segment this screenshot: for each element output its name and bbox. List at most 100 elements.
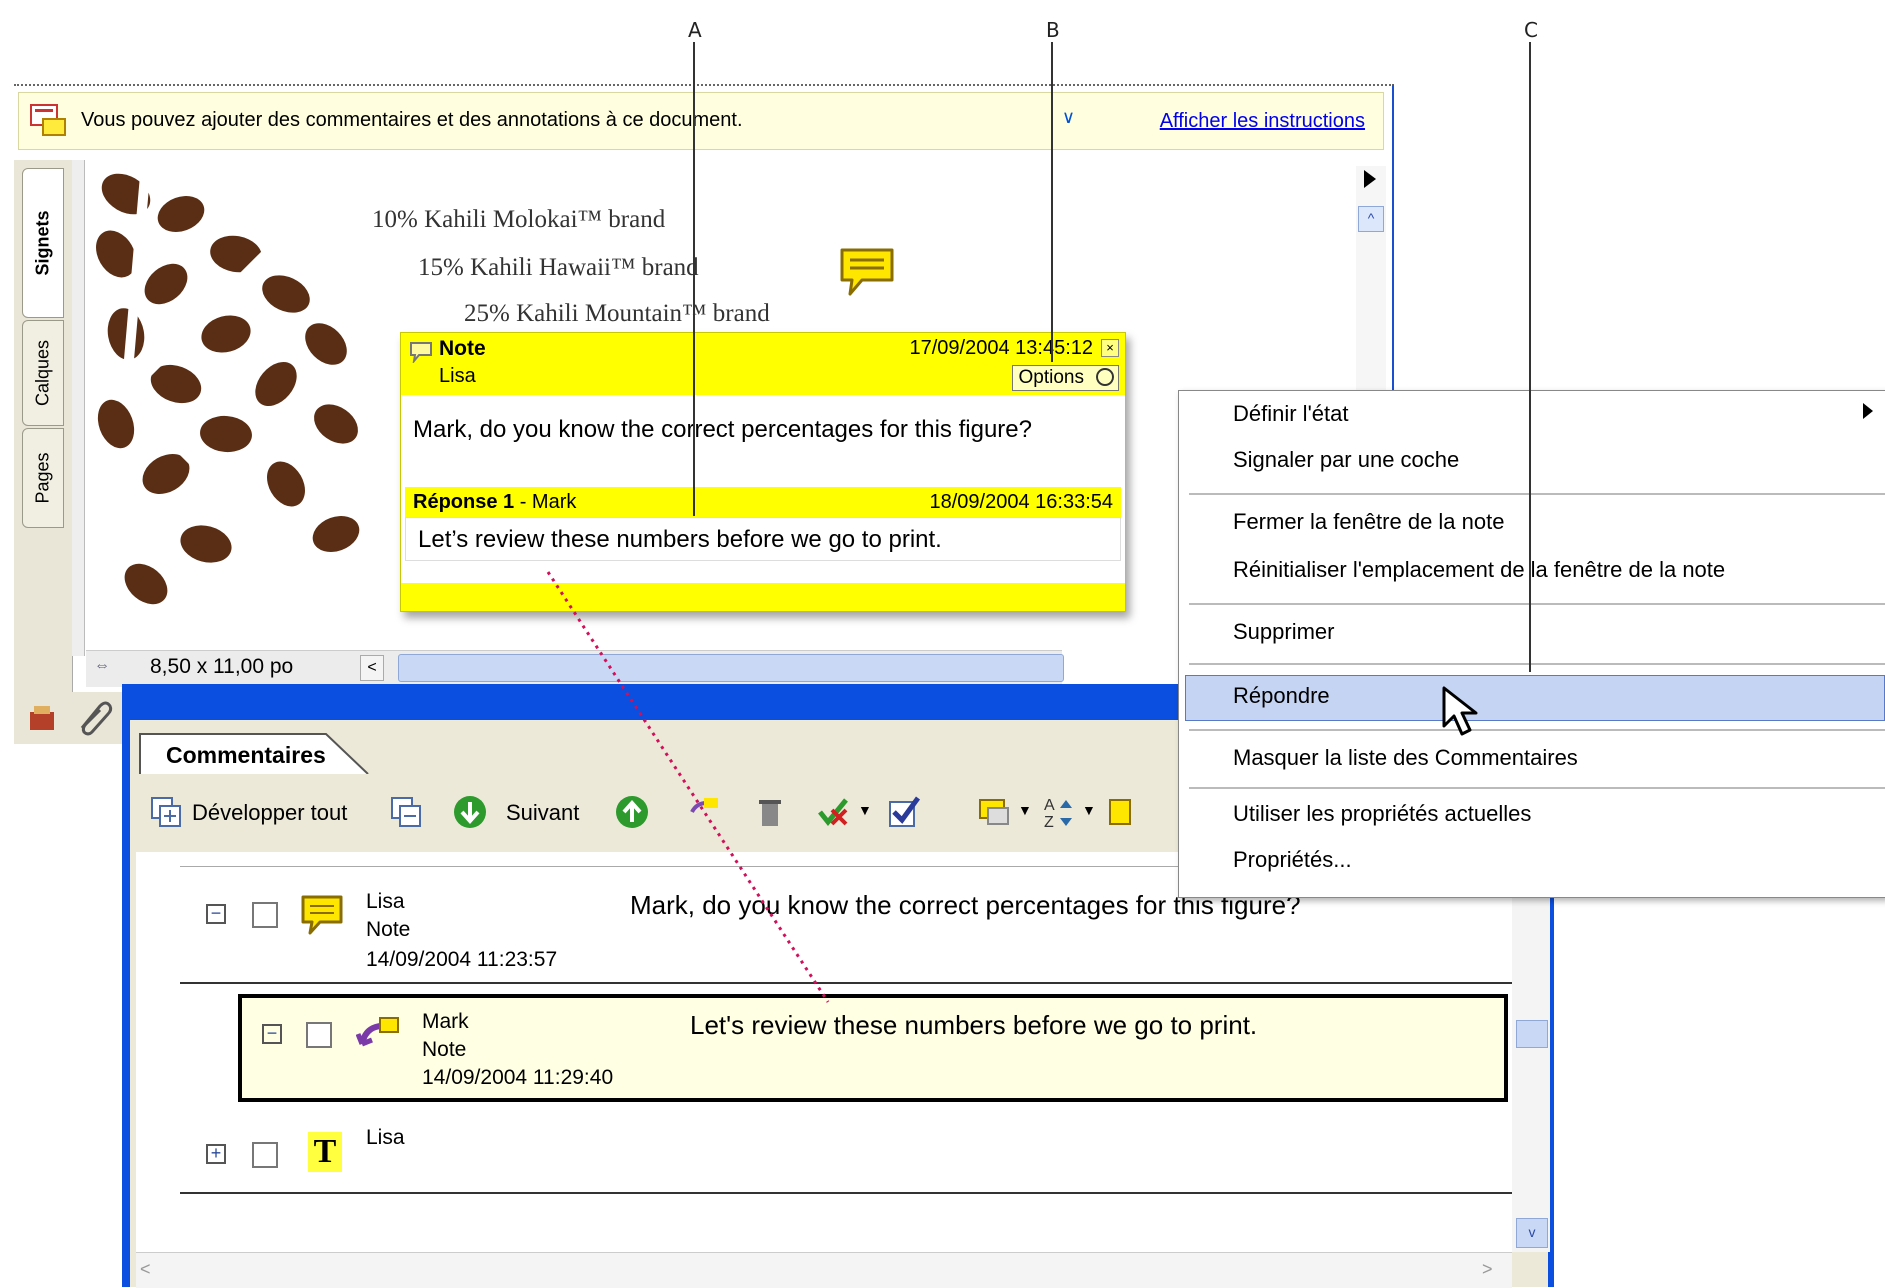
reply-header: Réponse 1 - Mark 18/09/2004 16:33:54: [405, 487, 1121, 517]
note-header: Note Lisa 17/09/2004 13:45:12 × Options: [401, 333, 1125, 395]
scroll-up-button[interactable]: ^: [1358, 206, 1384, 232]
close-icon[interactable]: ×: [1101, 339, 1119, 357]
comment-tool-icon: [30, 104, 66, 136]
reply-author: - Mark: [514, 491, 577, 513]
row-type: Note: [366, 918, 411, 941]
note-date: 17/09/2004 13:45:12: [909, 337, 1093, 359]
expand-all-icon[interactable]: [148, 794, 184, 830]
reply-text: Let’s review these numbers before we go …: [418, 526, 942, 553]
callout-a: A: [688, 18, 702, 42]
scroll-down-button[interactable]: v: [1516, 1218, 1548, 1248]
show-comments-icon[interactable]: [976, 794, 1012, 830]
callout-a-line: [693, 42, 695, 516]
tab-bookmarks-label: Signets: [32, 210, 53, 276]
expand-right-icon[interactable]: [1364, 170, 1376, 188]
paperclip-icon[interactable]: [74, 698, 114, 738]
svg-text:A: A: [1044, 797, 1055, 814]
note-icon: [301, 895, 343, 935]
row-author: Lisa: [366, 890, 405, 913]
attachments-icon[interactable]: [26, 702, 60, 736]
scroll-thumb[interactable]: [1516, 1020, 1548, 1048]
menu-item-properties[interactable]: Propriétés...: [1233, 847, 1352, 873]
expand-all-button[interactable]: Développer tout: [192, 800, 347, 826]
previous-arrow-icon[interactable]: [614, 794, 650, 830]
menu-item-close-note[interactable]: Fermer la fenêtre de la note: [1233, 509, 1504, 535]
tab-layers-label: Calques: [32, 339, 53, 407]
row-checkbox[interactable]: [252, 902, 278, 928]
menu-separator: [1189, 729, 1885, 731]
collapse-all-icon[interactable]: [388, 794, 424, 830]
bottom-icon-bar: [14, 692, 124, 744]
message-text: Vous pouvez ajouter des commentaires et …: [81, 109, 743, 131]
menu-separator: [1189, 603, 1885, 605]
row-text[interactable]: Let's review these numbers before we go …: [690, 1010, 1257, 1041]
note-popup: Note Lisa 17/09/2004 13:45:12 × Options …: [400, 332, 1126, 612]
page-width-icon[interactable]: ⇔: [94, 657, 110, 675]
next-button[interactable]: Suivant: [506, 800, 579, 826]
doc-line-2: 15% Kahili Hawaii™ brand: [418, 254, 699, 281]
tab-pages[interactable]: Pages: [22, 428, 64, 528]
comments-horizontal-scrollbar: < >: [136, 1252, 1512, 1288]
note-author: Lisa: [439, 365, 476, 387]
row-date: 14/09/2004 11:29:40: [422, 1066, 614, 1089]
reply-body[interactable]: Let’s review these numbers before we go …: [405, 517, 1121, 561]
note-text[interactable]: Mark, do you know the correct percentage…: [413, 413, 1063, 447]
options-label: Options: [1018, 367, 1084, 388]
coffee-beans-image: [96, 164, 360, 605]
note-icon: [410, 342, 432, 363]
scroll-left-button[interactable]: <: [360, 655, 384, 681]
menu-item-delete[interactable]: Supprimer: [1233, 619, 1334, 645]
menu-separator: [1189, 493, 1885, 495]
menu-item-reset-note-location[interactable]: Réinitialiser l'emplacement de la fenêtr…: [1233, 557, 1725, 583]
next-arrow-icon[interactable]: [452, 794, 488, 830]
menu-item-mark-checked[interactable]: Signaler par une coche: [1233, 447, 1459, 473]
reply-number: Réponse 1: [413, 491, 515, 513]
options-button[interactable]: Options: [1011, 365, 1119, 391]
filter-icon[interactable]: [1106, 794, 1142, 830]
row-type: Note: [422, 1038, 467, 1061]
sort-icon[interactable]: A Z: [1042, 794, 1078, 830]
divider: [180, 1192, 1550, 1194]
chevron-down-icon[interactable]: ▼: [1018, 802, 1032, 818]
note-footer: [401, 583, 1125, 611]
navigation-pane-tabs: Signets Calques Pages: [14, 160, 73, 700]
row-checkbox[interactable]: [306, 1022, 332, 1048]
scroll-right-button[interactable]: >: [1482, 1259, 1493, 1280]
chevron-down-icon[interactable]: ▼: [1082, 802, 1096, 818]
doc-line-3: 25% Kahili Mountain™ brand: [464, 300, 770, 327]
tab-layers[interactable]: Calques: [22, 320, 64, 426]
chevron-down-icon[interactable]: ▼: [858, 802, 872, 818]
note-title: Note: [439, 337, 486, 360]
row-date: 14/09/2004 11:23:57: [366, 948, 558, 971]
svg-text:Z: Z: [1044, 814, 1054, 830]
checkmark-icon[interactable]: [886, 794, 922, 830]
page-edge: [72, 160, 85, 656]
reply-icon[interactable]: [686, 794, 722, 830]
menu-item-hide-comments-list[interactable]: Masquer la liste des Commentaires: [1233, 745, 1578, 771]
chevron-down-icon[interactable]: ∨: [1062, 107, 1075, 128]
note-comment-icon[interactable]: [838, 246, 896, 298]
collapse-toggle[interactable]: −: [206, 904, 226, 924]
collapse-toggle[interactable]: −: [262, 1024, 282, 1044]
options-arrow-icon: [1096, 368, 1114, 386]
expand-toggle[interactable]: +: [206, 1144, 226, 1164]
menu-item-set-status[interactable]: Définir l'état: [1233, 401, 1348, 427]
trash-icon[interactable]: [752, 794, 788, 830]
callout-c: C: [1524, 18, 1538, 42]
menu-item-reply[interactable]: Répondre: [1233, 683, 1330, 709]
show-instructions-link[interactable]: Afficher les instructions: [1160, 110, 1365, 133]
scroll-left-button[interactable]: <: [140, 1259, 151, 1280]
doc-line-1: 10% Kahili Molokai™ brand: [372, 206, 666, 233]
callout-b: B: [1046, 18, 1060, 42]
menu-item-use-current-properties[interactable]: Utiliser les propriétés actuelles: [1233, 801, 1531, 827]
divider: [180, 982, 1550, 984]
set-status-icon[interactable]: [816, 794, 852, 830]
row-checkbox[interactable]: [252, 1142, 278, 1168]
horizontal-scroll-thumb[interactable]: [398, 654, 1064, 682]
list-item-selected[interactable]: − Mark Note 14/09/2004 11:29:40 Let's re…: [238, 994, 1508, 1102]
callout-b-line: [1051, 42, 1053, 362]
reply-icon: [356, 1017, 399, 1047]
context-menu: Définir l'état Signaler par une coche Fe…: [1178, 390, 1885, 898]
page-size: 8,50 x 11,00 po: [150, 655, 294, 678]
tab-bookmarks[interactable]: Signets: [22, 168, 64, 318]
